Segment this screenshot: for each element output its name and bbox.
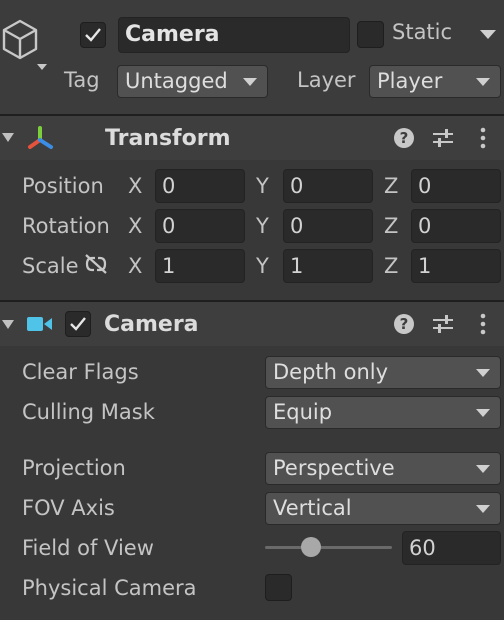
transform-title: Transform	[105, 126, 231, 151]
layer-label: Layer	[297, 68, 356, 92]
rotation-label: Rotation	[22, 214, 110, 238]
fov-axis-label: FOV Axis	[22, 496, 115, 520]
projection-label: Projection	[22, 456, 126, 480]
transform-axes-icon	[26, 126, 56, 152]
field-of-view-field[interactable]: 60	[402, 531, 501, 565]
tag-dropdown[interactable]: Untagged	[117, 65, 268, 98]
chevron-down-icon	[476, 369, 490, 377]
scale-y-label[interactable]: Y	[256, 254, 269, 278]
active-checkbox[interactable]	[80, 22, 106, 48]
rotation-z-field[interactable]: 0	[411, 209, 501, 243]
chevron-down-icon	[476, 465, 490, 473]
tag-label: Tag	[64, 68, 100, 92]
kebab-menu-icon[interactable]	[480, 313, 486, 335]
gameobject-name-field[interactable]: Camera	[118, 17, 350, 53]
chevron-down-icon	[476, 409, 490, 417]
rotation-x-field[interactable]: 0	[155, 209, 245, 243]
culling-mask-label: Culling Mask	[22, 400, 155, 424]
help-circle-icon[interactable]: ?	[394, 128, 414, 148]
gameobject-header: Camera Static Tag Untagged Layer Player	[0, 0, 504, 114]
rotation-z-label[interactable]: Z	[384, 214, 398, 238]
position-x-field[interactable]: 0	[155, 169, 245, 203]
projection-dropdown[interactable]: Perspective	[265, 452, 501, 485]
clear-flags-dropdown[interactable]: Depth only	[265, 356, 501, 389]
rotation-x-label[interactable]: X	[128, 214, 142, 238]
position-z-label[interactable]: Z	[384, 174, 398, 198]
kebab-menu-icon[interactable]	[480, 127, 486, 149]
field-of-view-label: Field of View	[22, 536, 154, 560]
layer-dropdown[interactable]: Player	[369, 65, 501, 98]
transform-header[interactable]: Transform ?	[0, 116, 504, 160]
static-checkbox[interactable]	[357, 21, 384, 48]
scale-label: Scale	[22, 254, 79, 278]
chevron-down-icon	[476, 505, 490, 513]
cube-icon[interactable]	[0, 16, 54, 72]
video-camera-icon	[27, 315, 53, 333]
rotation-y-label[interactable]: Y	[256, 214, 269, 238]
camera-title: Camera	[104, 312, 199, 337]
foldout-triangle-icon[interactable]	[2, 133, 14, 142]
help-circle-icon[interactable]: ?	[394, 314, 414, 334]
clear-flags-label: Clear Flags	[22, 360, 139, 384]
scale-x-label[interactable]: X	[128, 254, 142, 278]
position-label: Position	[22, 174, 104, 198]
fov-slider-thumb[interactable]	[300, 537, 321, 557]
position-x-label[interactable]: X	[128, 174, 142, 198]
sliders-icon[interactable]	[432, 128, 454, 148]
chevron-down-icon	[476, 78, 490, 86]
foldout-triangle-icon[interactable]	[2, 320, 14, 329]
camera-header[interactable]: Camera ?	[0, 302, 504, 346]
culling-mask-dropdown[interactable]: Equip	[265, 396, 501, 429]
position-y-label[interactable]: Y	[256, 174, 269, 198]
scale-z-label[interactable]: Z	[384, 254, 398, 278]
chevron-down-icon	[243, 78, 257, 86]
physical-camera-label: Physical Camera	[22, 576, 197, 600]
static-dropdown-arrow[interactable]	[480, 30, 496, 39]
rotation-y-field[interactable]: 0	[283, 209, 373, 243]
fov-axis-dropdown[interactable]: Vertical	[265, 492, 501, 525]
scale-z-field[interactable]: 1	[411, 249, 501, 283]
link-broken-icon[interactable]	[82, 253, 110, 275]
scale-y-field[interactable]: 1	[283, 249, 373, 283]
fov-slider-track[interactable]	[265, 546, 392, 549]
camera-enabled-checkbox[interactable]	[65, 311, 91, 337]
position-z-field[interactable]: 0	[411, 169, 501, 203]
scale-x-field[interactable]: 1	[155, 249, 245, 283]
sliders-icon[interactable]	[432, 314, 454, 334]
static-label: Static	[392, 20, 453, 44]
physical-camera-checkbox[interactable]	[265, 574, 292, 601]
position-y-field[interactable]: 0	[283, 169, 373, 203]
